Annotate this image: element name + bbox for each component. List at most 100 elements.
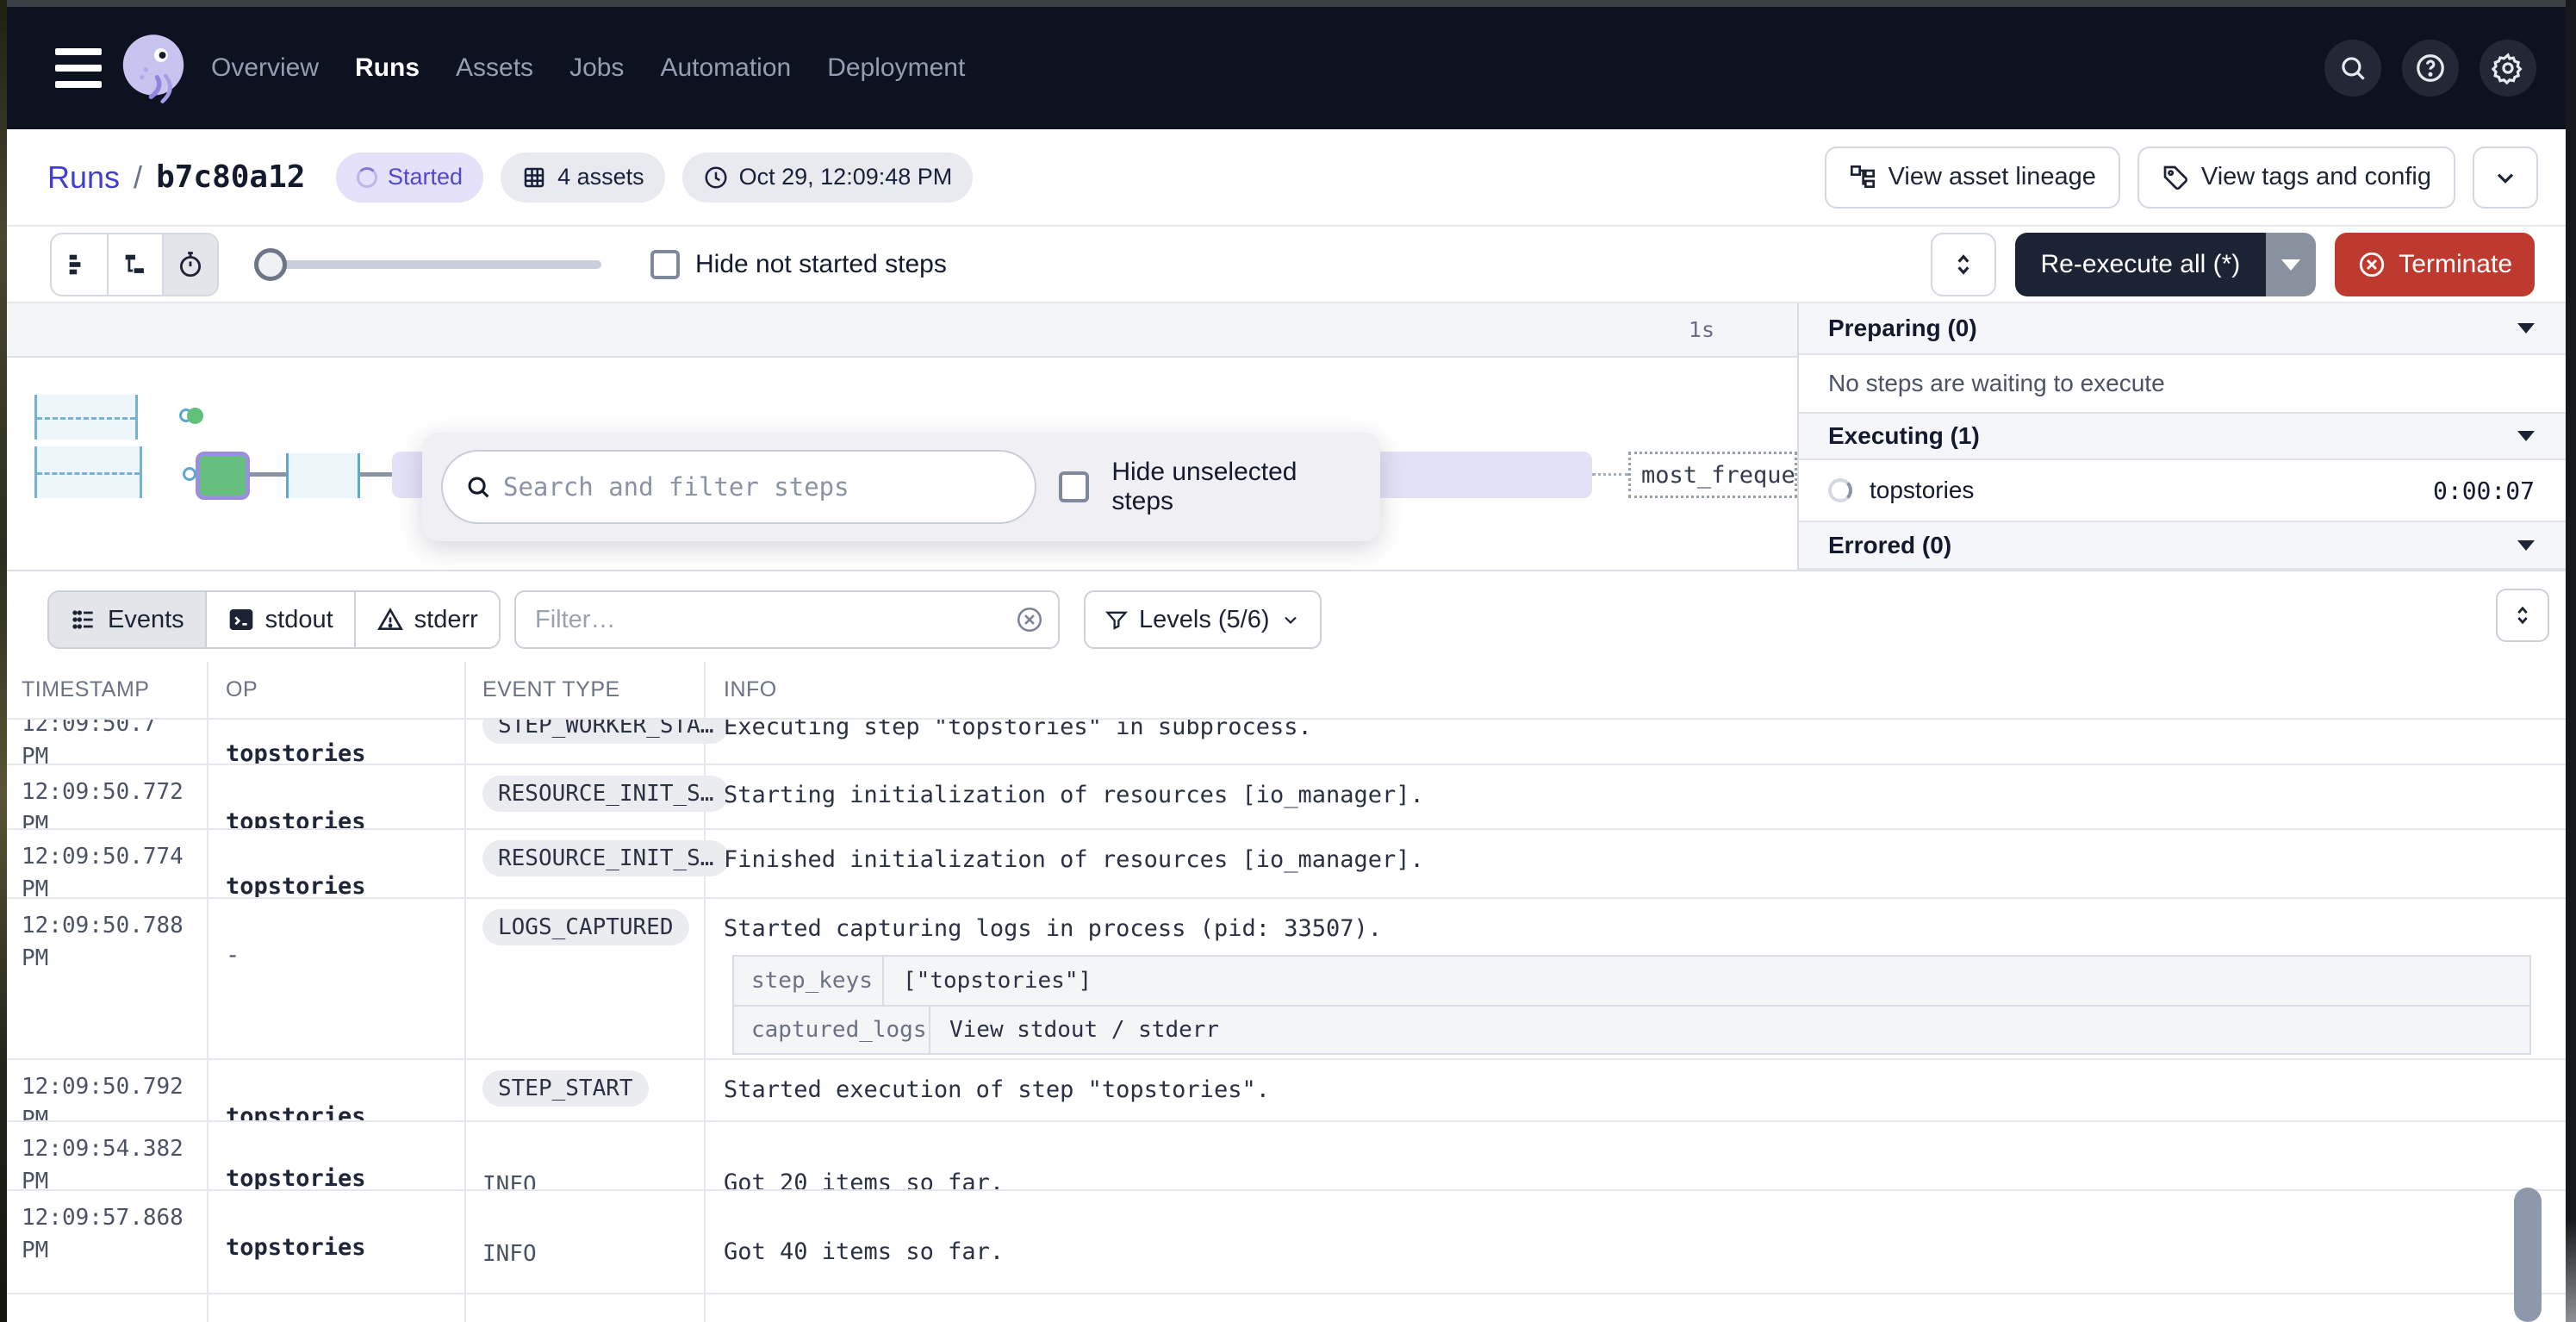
dagster-logo-icon[interactable] <box>115 30 191 106</box>
panel-empty-message: No steps are waiting to execute <box>1799 355 2566 414</box>
nav-item-runs[interactable]: Runs <box>355 53 420 83</box>
gantt-pending-step-bar[interactable] <box>34 395 138 440</box>
hide-not-started-checkbox[interactable] <box>650 250 680 279</box>
tab-stderr[interactable]: stderr <box>354 592 499 647</box>
step-search-input[interactable] <box>441 450 1036 524</box>
axis-tick-1s: 1s <box>1689 317 1714 342</box>
log-row[interactable]: 12:09:50.792PM topstories STEP_START Sta… <box>7 1060 2566 1122</box>
table-scrollbar-thumb[interactable] <box>2514 1188 2542 1322</box>
column-header-event-type: EVENT TYPE <box>482 677 620 702</box>
log-row[interactable]: 12:09:54.382PM topstories INFO Got 20 it… <box>7 1122 2566 1191</box>
view-stdout-stderr-link[interactable]: View stdout / stderr <box>930 1007 1238 1053</box>
tab-events[interactable]: Events <box>49 592 205 647</box>
up-down-chevrons-icon <box>2511 603 2535 627</box>
log-row[interactable]: 12:09:50.774PM topstories RESOURCE_INIT_… <box>7 830 2566 899</box>
gantt-step-dot[interactable] <box>187 408 203 424</box>
clear-filter-icon[interactable] <box>1015 605 1044 634</box>
up-down-chevrons-icon <box>1950 251 1977 278</box>
zoom-slider-handle[interactable] <box>254 248 287 281</box>
logs-toolbar: Events stdout stderr Levels (5/6) <box>7 571 2566 662</box>
start-time-badge: Oct 29, 12:09:48 PM <box>682 153 974 203</box>
breadcrumb: Runs / b7c80a12 <box>47 129 305 225</box>
breadcrumb-separator: / <box>134 159 142 196</box>
column-header-op: OP <box>226 677 258 702</box>
event-type-badge: RESOURCE_INIT_S… <box>482 840 729 876</box>
hide-unselected-label: Hide unselected steps <box>1111 458 1361 516</box>
step-name[interactable]: topstories <box>1870 477 1974 504</box>
collapse-triangle-icon[interactable] <box>2517 431 2535 441</box>
dropdown-arrow-icon <box>2281 259 2300 271</box>
panel-section-preparing[interactable]: Preparing (0) <box>1799 303 2566 355</box>
status-badge: Started <box>336 153 483 203</box>
event-type-label: INFO <box>482 1167 537 1191</box>
log-row[interactable]: 12:09:50.772PM topstories RESOURCE_INIT_… <box>7 765 2566 830</box>
panel-section-executing[interactable]: Executing (1) <box>1799 414 2566 460</box>
log-row[interactable]: 12:09:57.868PM topstories INFO Got 40 it… <box>7 1191 2566 1294</box>
tab-stdout[interactable]: stdout <box>205 592 354 647</box>
nav-item-jobs[interactable]: Jobs <box>569 53 624 83</box>
gantt-label-connector <box>1592 473 1628 476</box>
log-filter <box>514 590 1060 649</box>
terminate-button[interactable]: Terminate <box>2335 233 2535 296</box>
assets-badge[interactable]: 4 assets <box>501 153 665 203</box>
gantt-step-label[interactable]: most_frequent <box>1628 452 1797 498</box>
run-id: b7c80a12 <box>156 159 305 195</box>
search-icon[interactable] <box>2324 40 2381 97</box>
terminal-icon <box>227 606 255 633</box>
event-list-icon <box>70 606 97 633</box>
lineage-icon <box>1849 164 1876 191</box>
gantt-pending-step-bar[interactable] <box>34 446 142 498</box>
nav-item-deployment[interactable]: Deployment <box>827 53 965 83</box>
hamburger-menu-icon[interactable] <box>55 48 102 88</box>
desktop-edge-left <box>0 0 7 1322</box>
nav-item-automation[interactable]: Automation <box>660 53 791 83</box>
waterfall-view-button[interactable] <box>107 234 162 295</box>
gantt-step-range-bar[interactable] <box>286 453 360 498</box>
run-header-row: Runs / b7c80a12 Started 4 assets Oct 29,… <box>7 129 2566 227</box>
hide-not-started-label: Hide not started steps <box>695 250 947 279</box>
app-window: Overview Runs Assets Jobs Automation Dep… <box>0 0 2576 1322</box>
cancel-circle-icon <box>2357 250 2386 279</box>
zoom-slider-track[interactable] <box>265 260 601 269</box>
expand-collapse-button[interactable] <box>1931 233 1996 296</box>
grid-icon <box>521 165 547 190</box>
settings-gear-icon[interactable] <box>2480 40 2536 97</box>
run-actions: Re-execute all (*) Terminate <box>1931 233 2535 296</box>
executing-step-row[interactable]: topstories 0:00:07 <box>1799 460 2566 522</box>
timed-view-button[interactable] <box>162 234 217 295</box>
hide-unselected-checkbox[interactable] <box>1059 471 1089 502</box>
help-icon[interactable] <box>2402 40 2459 97</box>
panel-section-errored[interactable]: Errored (0) <box>1799 522 2566 570</box>
log-scroll-order-button[interactable] <box>2496 589 2549 642</box>
column-header-timestamp: TIMESTAMP <box>22 677 149 702</box>
step-spinner-icon <box>1828 478 1852 502</box>
chevron-down-icon <box>1280 609 1301 630</box>
log-row[interactable]: 12:09:50.7PM topstories STEP_WORKER_STA…… <box>7 720 2566 765</box>
step-elapsed-time: 0:00:07 <box>2433 477 2535 505</box>
chevron-down-icon <box>2492 164 2519 191</box>
reexecute-all-button[interactable]: Re-execute all (*) <box>2015 233 2317 296</box>
breadcrumb-runs-link[interactable]: Runs <box>47 159 120 196</box>
gantt-toolbar: Hide not started steps Re-execute all (*… <box>7 227 2566 303</box>
reexecute-dropdown-button[interactable] <box>2266 233 2316 296</box>
view-asset-lineage-button[interactable]: View asset lineage <box>1825 147 2120 209</box>
nav-item-overview[interactable]: Overview <box>211 53 319 83</box>
event-type-label: INFO <box>482 1236 537 1272</box>
warning-triangle-icon <box>376 606 404 633</box>
more-run-actions-button[interactable] <box>2473 147 2538 209</box>
hide-not-started-control: Hide not started steps <box>650 250 947 279</box>
log-filter-input[interactable] <box>514 590 1060 649</box>
nav-item-assets[interactable]: Assets <box>456 53 533 83</box>
step-search <box>441 450 1036 524</box>
funnel-icon <box>1104 608 1129 632</box>
levels-filter-button[interactable]: Levels (5/6) <box>1084 590 1322 649</box>
collapse-triangle-icon[interactable] <box>2517 323 2535 334</box>
flat-view-button[interactable] <box>52 234 107 295</box>
column-header-info: INFO <box>724 677 777 702</box>
event-type-badge: STEP_START <box>482 1070 649 1107</box>
view-tags-config-button[interactable]: View tags and config <box>2137 147 2455 209</box>
search-icon <box>464 472 493 502</box>
log-row[interactable]: 12:09:50.788PM - LOGS_CAPTURED Started c… <box>7 899 2566 1060</box>
gantt-selected-step-bar[interactable] <box>196 452 250 500</box>
collapse-triangle-icon[interactable] <box>2517 540 2535 551</box>
